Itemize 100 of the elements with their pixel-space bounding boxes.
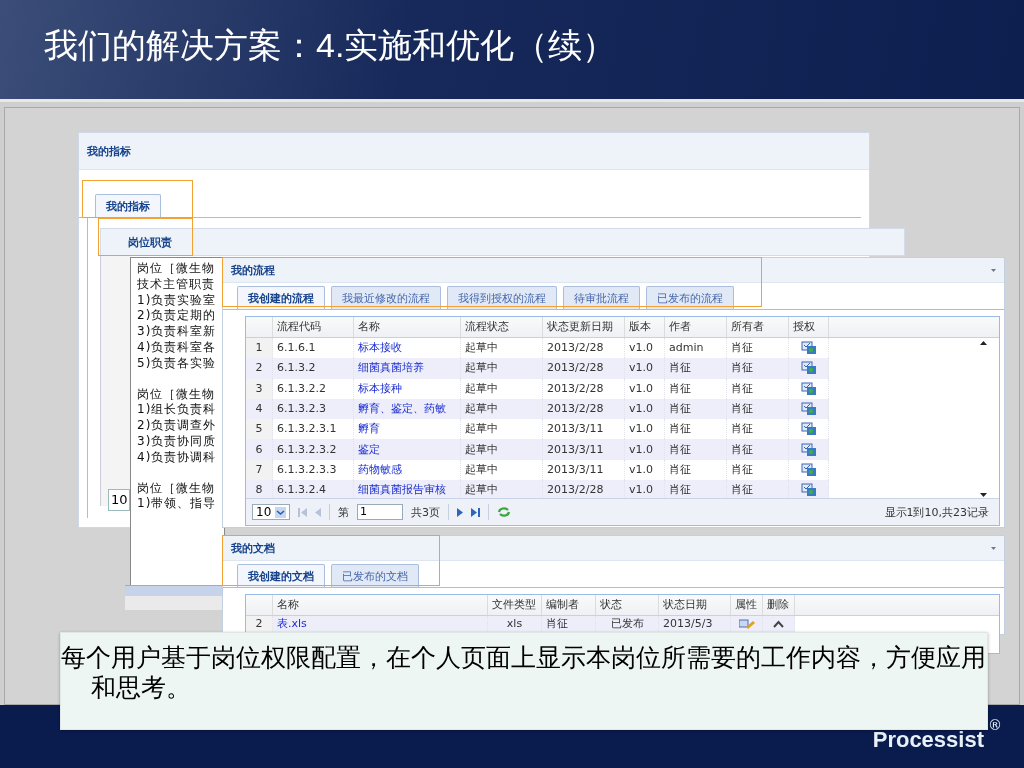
table-cell: v1.0 [625,398,665,420]
column-header[interactable]: 删除 [763,595,795,615]
table-cell: 肖征 [727,439,789,460]
table-cell: v1.0 [625,378,665,399]
document-icon[interactable] [800,361,817,376]
column-header[interactable]: 属性 [731,595,763,615]
panel-title: 我的文档 [231,540,275,556]
column-header[interactable]: 所有者 [727,317,789,337]
page-total: 共3页 [411,504,440,520]
page-size-select[interactable]: 10 [252,504,290,520]
row-number: 2 [246,358,273,379]
duty-text-line: 1)带领、指导 [137,496,218,513]
process-link[interactable]: 标本接收 [358,338,402,359]
page-label: 第 [338,504,349,520]
document-icon[interactable] [800,341,817,356]
row-number: 3 [246,378,273,399]
table-cell: 已发布 [596,616,659,632]
document-icon[interactable] [800,422,817,437]
tab[interactable]: 已发布的流程 [646,286,734,309]
table-cell: 6.1.3.2.4 [273,480,354,501]
tab[interactable]: 我最近修改的流程 [331,286,441,309]
column-header[interactable]: 状态 [596,595,659,615]
duty-text-line: 岗位［微生物 [137,261,216,277]
slide-title: 我们的解决方案：4.实施和优化（续） [44,24,617,66]
duty-text-line: 1)组长负责科 [137,402,218,419]
column-header[interactable]: 名称 [273,595,488,615]
page-input[interactable]: 1 [357,504,403,520]
table-cell: xls [488,616,542,632]
duty-text-line: 技术主管职责 [137,276,216,293]
table-cell: 肖征 [665,358,727,379]
row-number: 7 [246,459,273,481]
table-cell: 肖征 [542,616,596,632]
chevron-icon[interactable] [773,620,784,628]
panel-title: 我的流程 [231,262,275,278]
next-icon[interactable] [457,507,463,517]
column-header[interactable]: 状态日期 [659,595,731,615]
tab[interactable]: 待审批流程 [563,286,640,309]
duty-text-line: 1)负责实验室 [137,292,218,309]
column-header[interactable]: 授权 [789,317,829,337]
column-header[interactable]: 名称 [354,317,461,337]
table-cell: 肖征 [727,358,789,379]
tab[interactable]: 我创建的流程 [237,286,325,309]
column-header[interactable]: 编制者 [542,595,596,615]
dropdown-arrow-icon[interactable] [275,506,287,518]
page-size-select[interactable]: 10 [108,489,130,511]
tab[interactable]: 我创建的文档 [237,564,325,587]
last-page-icon[interactable] [471,507,480,517]
duty-text-line: 2)负责调查外 [137,418,218,434]
tab[interactable]: 我的指标 [95,194,161,217]
table-cell: 起草中 [461,398,543,420]
document-icon[interactable] [800,402,817,417]
duty-text-line: 5)负责各实验 [137,355,218,372]
column-header[interactable]: 作者 [665,317,727,337]
table-cell: 起草中 [461,480,543,501]
duty-text-line: 3)负责科室新 [137,324,218,340]
table-cell: 起草中 [461,378,543,399]
table-cell: 肖征 [665,480,727,501]
table-cell: 肖征 [727,398,789,420]
duty-text-line: 4)负责科室各 [137,340,218,356]
table-cell: 肖征 [665,439,727,460]
caret-icon[interactable] [991,268,996,272]
table-cell: 起草中 [461,439,543,460]
process-link[interactable]: 孵育 [358,419,380,440]
column-header[interactable]: 流程状态 [461,317,543,337]
row-number: 2 [246,616,273,632]
document-link[interactable]: 表.xls [277,616,307,632]
table-cell: 2013/2/28 [543,480,625,501]
column-header[interactable]: 流程代码 [273,317,354,337]
caption-text: 每个用户基于岗位权限配置，在个人页面上显示本岗位所需要的工作内容，方便应用和思考。 [61,643,987,703]
duty-text-line: 2)负责定期的 [137,308,218,325]
document-icon[interactable] [800,442,817,457]
table-cell: 6.1.3.2 [273,358,354,379]
duty-text-line: 4)负责协调科 [137,449,218,466]
panel-title: 岗位职责 [128,234,172,250]
table-cell: 2013/3/11 [543,439,625,460]
table-cell: v1.0 [625,480,665,501]
registered-mark: ® [988,717,1002,733]
row-number: 4 [246,398,273,420]
logo-text: Processist [872,727,984,753]
process-link[interactable]: 标本接种 [358,378,402,399]
document-icon[interactable] [800,381,817,396]
tab[interactable]: 我得到授权的流程 [447,286,557,309]
column-header[interactable]: 状态更新日期 [543,317,625,337]
table-cell: v1.0 [625,358,665,379]
tab[interactable]: 已发布的文档 [331,564,419,587]
refresh-icon[interactable] [497,506,511,518]
column-header[interactable]: 文件类型 [488,595,542,615]
caret-icon[interactable] [991,546,996,550]
row-number: 5 [246,419,273,440]
document-icon[interactable] [800,483,817,498]
table-cell: 肖征 [727,480,789,501]
row-number: 1 [246,338,273,359]
table-cell: 6.1.3.2.2 [273,378,354,399]
table-cell: 肖征 [665,378,727,399]
table-cell: 起草中 [461,358,543,379]
scroll-up-icon[interactable] [979,341,987,345]
process-link[interactable]: 药物敏感 [358,459,402,480]
table-cell: 肖征 [665,398,727,420]
column-header[interactable]: 版本 [625,317,665,337]
document-icon[interactable] [800,462,817,477]
